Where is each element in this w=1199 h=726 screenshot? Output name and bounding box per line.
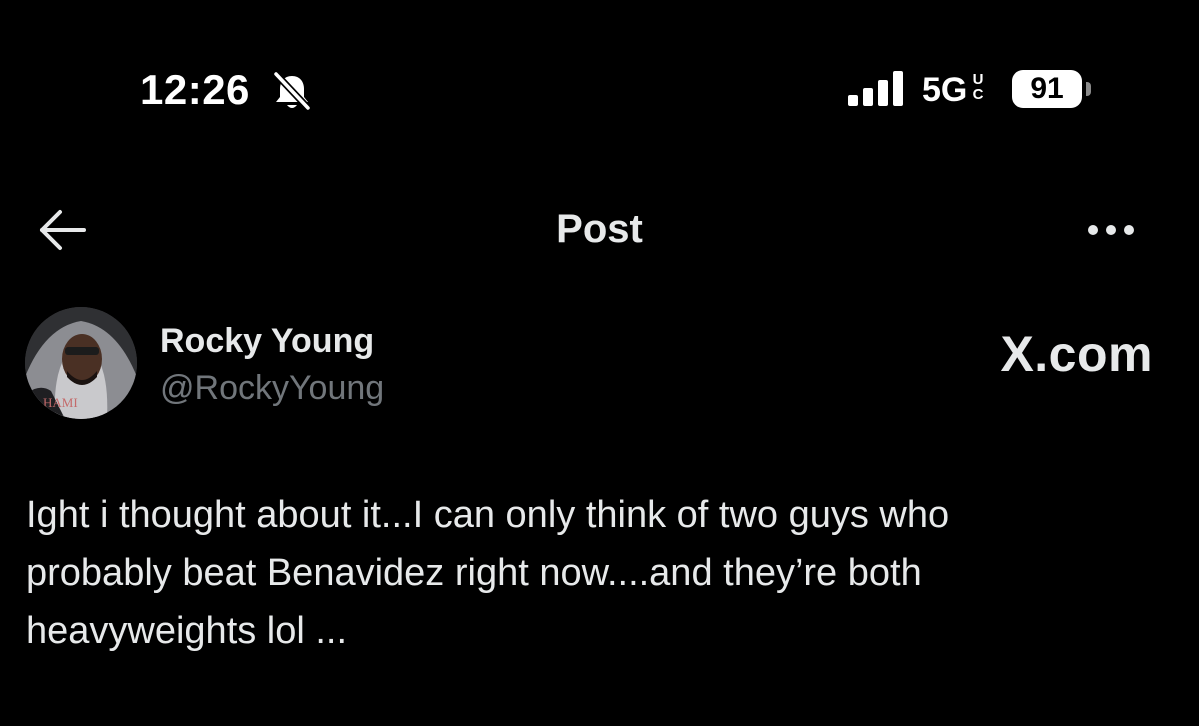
post-text: Ight i thought about it...I can only thi…	[26, 486, 1136, 660]
ellipsis-icon	[1088, 225, 1134, 235]
svg-text:HAMI: HAMI	[43, 395, 78, 410]
post-text-line: Ight i thought about it...I can only thi…	[26, 494, 950, 536]
signal-bars-icon	[848, 71, 903, 106]
battery-tip	[1086, 82, 1091, 96]
battery-level: 91	[1030, 72, 1064, 105]
page-title: Post	[556, 207, 643, 251]
more-options-button[interactable]	[1080, 212, 1142, 248]
bell-slash-icon	[273, 71, 311, 111]
back-button[interactable]	[36, 206, 90, 254]
arrow-left-icon	[40, 210, 86, 250]
author-name[interactable]: Rocky Young	[160, 320, 374, 362]
network-suffix-top: U	[972, 71, 984, 88]
xcom-watermark: X.com	[1000, 326, 1153, 382]
status-time: 12:26	[140, 66, 250, 113]
network-suffix: U C	[970, 72, 986, 102]
avatar[interactable]: HAMI	[25, 307, 137, 419]
post-text-line: probably beat Benavidez right now....and…	[26, 552, 922, 594]
battery-icon: 91	[1012, 70, 1082, 108]
profile-photo: HAMI	[25, 307, 137, 419]
network-suffix-bottom: C	[972, 86, 984, 103]
post-text-line: heavyweights lol ...	[26, 610, 348, 652]
screen: 12:26 5G U C 91 Post HAMI Rocky Young @R…	[0, 0, 1199, 726]
author-handle[interactable]: @RockyYoung	[160, 367, 384, 409]
network-label: 5G	[922, 71, 968, 109]
